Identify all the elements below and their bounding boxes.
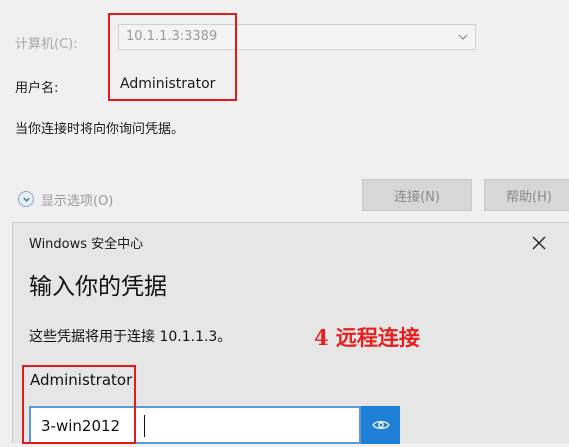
show-options-toggle[interactable]: 显示选项(O) <box>18 189 113 209</box>
credentials-description: 这些凭据将用于连接 10.1.1.3。 <box>29 329 232 345</box>
show-options-label: 显示选项(O) <box>41 193 114 209</box>
eye-icon[interactable] <box>371 419 390 431</box>
credentials-heading: 输入你的凭据 <box>29 274 167 300</box>
text-caret <box>144 415 145 437</box>
computer-combobox[interactable]: 10.1.1.3:3389 <box>118 24 476 50</box>
username-value: Administrator <box>120 76 216 92</box>
close-icon[interactable] <box>530 234 548 252</box>
connect-button[interactable]: 连接(N) <box>362 179 472 211</box>
computer-label: 计算机(C): <box>15 37 78 52</box>
step-annotation: 4 远程连接 <box>314 325 420 350</box>
credential-username: Administrator <box>30 371 133 389</box>
reveal-password-button[interactable] <box>361 406 400 444</box>
password-input[interactable]: 3-win2012 <box>29 406 361 444</box>
chevron-down-icon[interactable] <box>457 31 469 43</box>
windows-security-dialog: Windows 安全中心 输入你的凭据 这些凭据将用于连接 10.1.1.3。 … <box>12 222 569 447</box>
password-value: 3-win2012 <box>41 417 121 435</box>
help-button[interactable]: 帮助(H) <box>484 179 569 211</box>
computer-value: 10.1.1.3:3389 <box>126 29 218 44</box>
expand-circle-icon[interactable] <box>18 191 34 207</box>
remote-desktop-dialog: 计算机(C): 10.1.1.3:3389 用户名: Administrator… <box>0 0 569 225</box>
dialog-title: Windows 安全中心 <box>29 237 144 252</box>
credentials-prompt-text: 当你连接时将向你询问凭据。 <box>15 122 185 137</box>
username-label: 用户名: <box>15 81 59 96</box>
